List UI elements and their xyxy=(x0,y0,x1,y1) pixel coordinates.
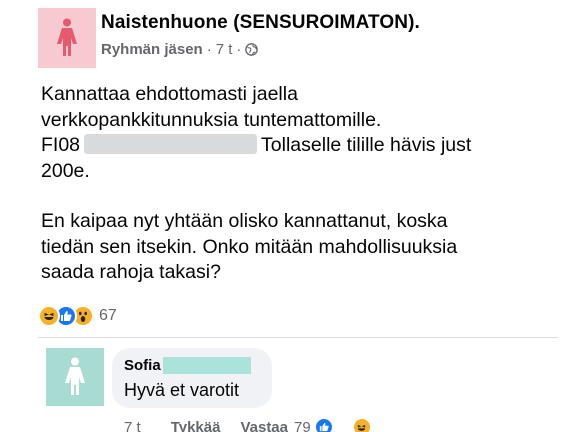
post-text-line: tiedän sen itsekin. Onko mitään mahdolli… xyxy=(41,235,458,258)
post-meta: Ryhmän jäsen · 7 t · xyxy=(101,41,259,58)
post-text-fragment: Tollaselle tilille hävis just xyxy=(261,134,472,156)
post-body: Kannattaa ehdottomasti jaella verkkopank… xyxy=(41,82,521,286)
post-header: Naistenhuone (SENSUROIMATON). Ryhmän jäs… xyxy=(38,8,558,70)
post-text-line: verkkopankkitunnuksia tuntemattomille. xyxy=(41,108,382,131)
post-text-line: 200e. xyxy=(41,159,90,182)
meta-separator-2: · xyxy=(236,41,242,58)
comment-text: Hyvä et varotit xyxy=(124,380,240,400)
divider xyxy=(38,337,558,338)
comment-reaction-count: 79 xyxy=(294,418,311,432)
comment-actions: 7 t Tykkää Vastaa 79 xyxy=(124,418,391,432)
iban-prefix: FI08 xyxy=(41,134,81,156)
post-text-line: Kannattaa ehdottomasti jaella xyxy=(41,83,298,105)
redacted-account-number xyxy=(84,134,258,154)
redacted-surname xyxy=(162,357,251,374)
post-text-line: En kaipaa nyt yhtään olisko kannattanut,… xyxy=(41,210,448,232)
comment-time[interactable]: 7 t xyxy=(124,419,141,432)
globe-icon[interactable] xyxy=(245,43,259,56)
meta-separator: · xyxy=(206,41,212,58)
haha-reaction-icon xyxy=(352,418,371,432)
post-text-line: saada rahoja takasi? xyxy=(41,261,221,283)
post-time[interactable]: 7 t xyxy=(216,41,233,58)
woman-icon xyxy=(65,357,85,395)
comment-author-name[interactable]: Sofia xyxy=(124,357,161,374)
reply-button[interactable]: Vastaa xyxy=(240,419,288,432)
post-reactions[interactable]: 67 xyxy=(38,304,117,328)
like-button[interactable]: Tykkää xyxy=(171,419,221,432)
group-avatar[interactable] xyxy=(38,8,96,68)
reaction-count[interactable]: 67 xyxy=(99,307,117,325)
post-text-line-iban: FI08 Tollaselle tilille hävis just xyxy=(41,133,521,159)
comment-bubble[interactable]: Sofia Hyvä et varotit xyxy=(112,348,272,408)
woman-icon xyxy=(57,18,77,56)
comment-author[interactable]: Sofia xyxy=(124,357,251,374)
like-reaction-icon xyxy=(314,418,333,432)
haha-reaction-icon xyxy=(38,305,60,327)
author-role[interactable]: Ryhmän jäsen xyxy=(101,41,203,58)
comment-reactions[interactable]: 79 xyxy=(294,418,391,432)
comment-avatar[interactable] xyxy=(46,348,104,406)
group-name-link[interactable]: Naistenhuone (SENSUROIMATON). xyxy=(101,12,420,34)
